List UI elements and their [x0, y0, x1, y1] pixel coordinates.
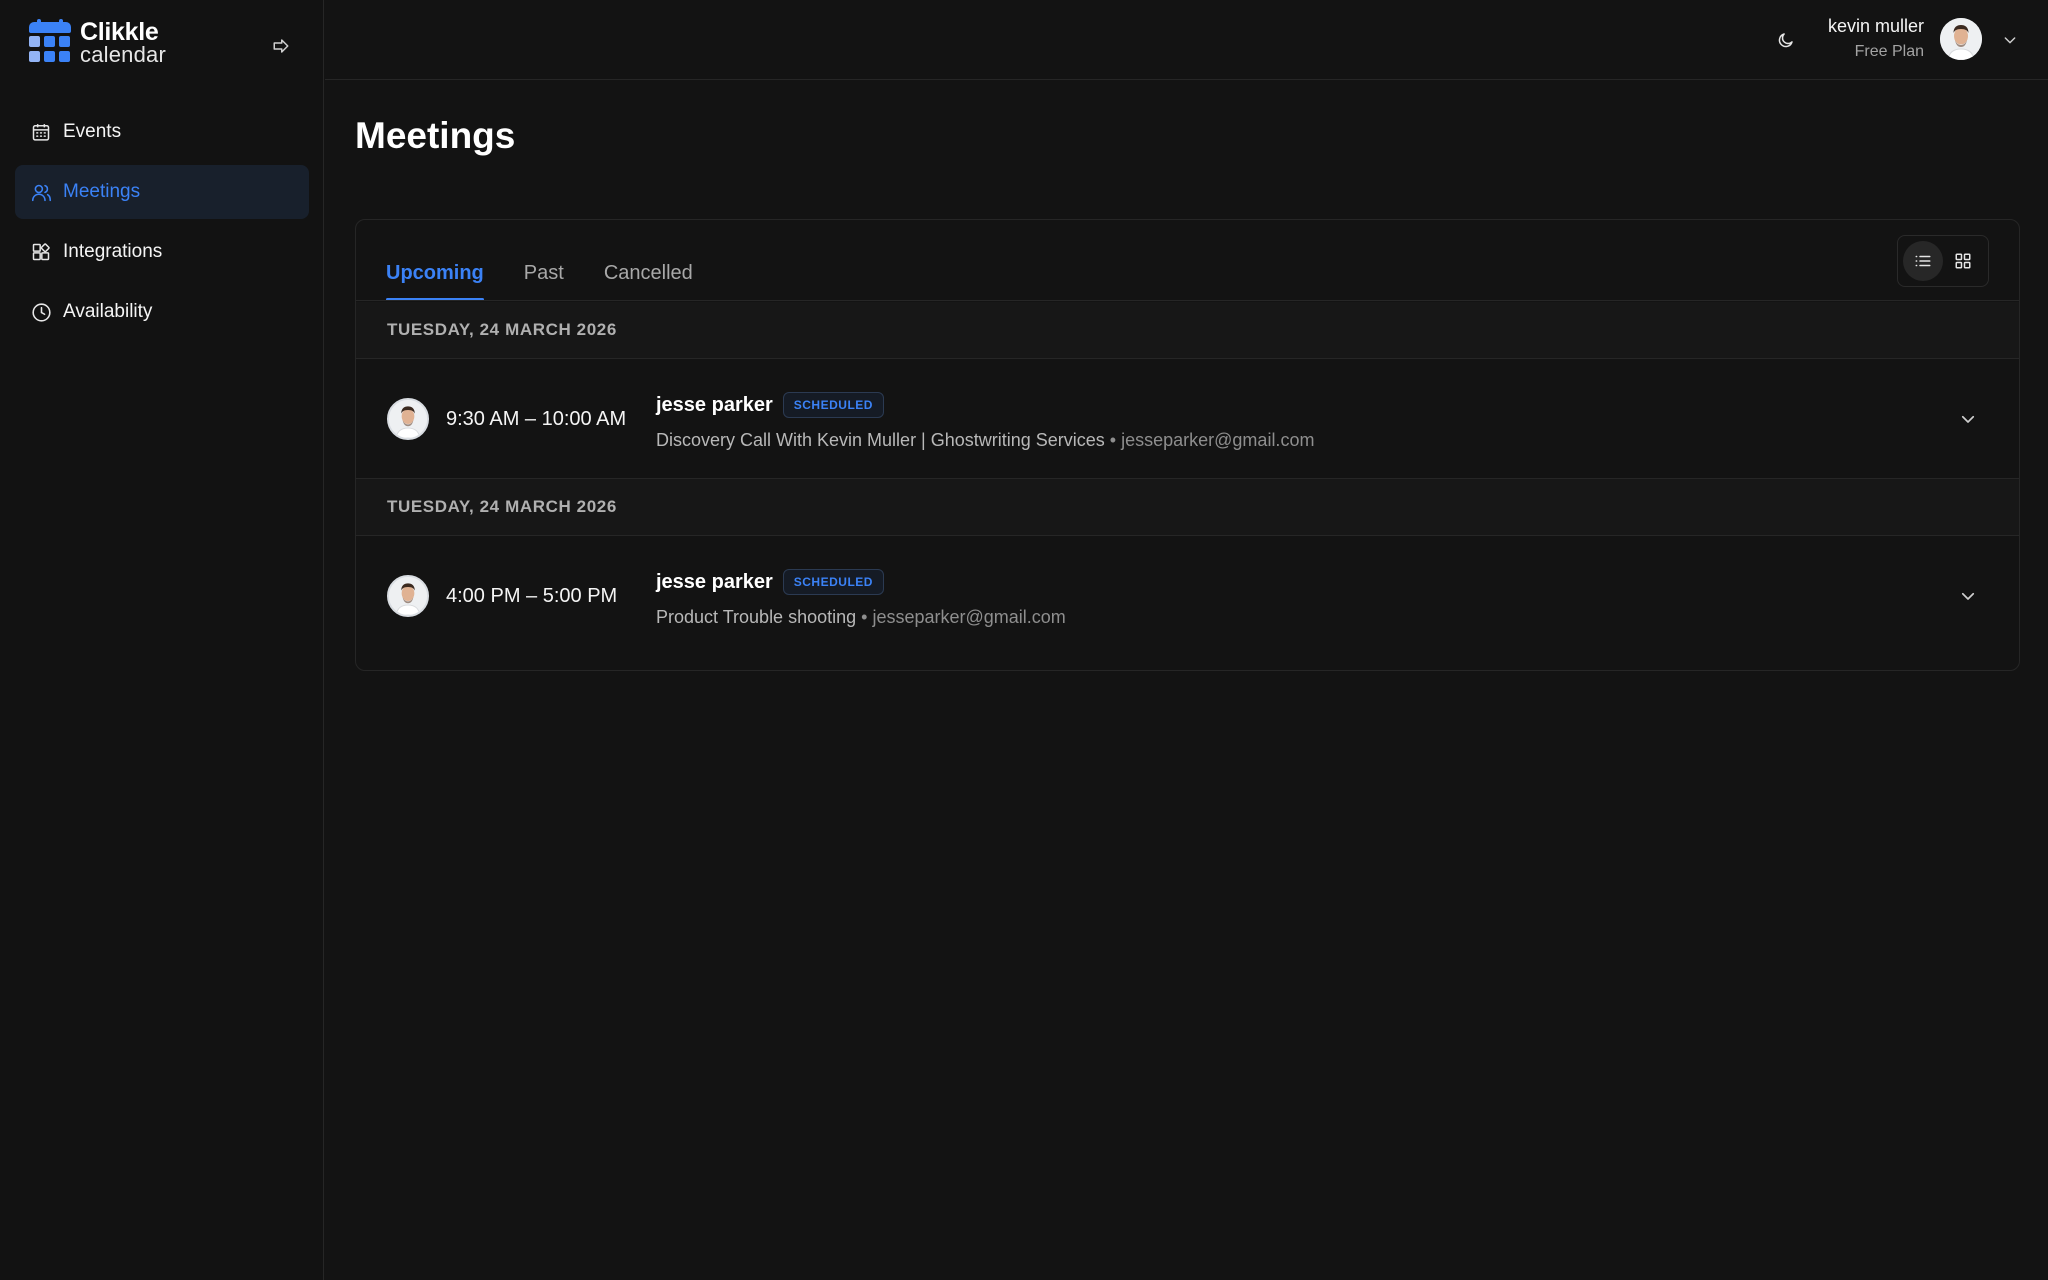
- sidebar-item-label: Integrations: [63, 241, 163, 262]
- sidebar-item-label: Meetings: [63, 181, 141, 202]
- event-name: Product Trouble shooting: [656, 607, 857, 627]
- calendar-icon: [30, 121, 52, 143]
- meeting-row[interactable]: 9:30 AM – 10:00 AM jesse parker SCHEDULE…: [356, 359, 2019, 479]
- app-logo[interactable]: Clikkle calendar: [29, 19, 166, 67]
- view-toggle: [1897, 235, 1989, 287]
- sidebar-nav: Events Meetings Integrations Availabilit…: [15, 105, 309, 345]
- calendar-logo-icon: [29, 19, 71, 64]
- separator: •: [856, 607, 873, 627]
- chevron-down-icon: [1961, 415, 1975, 423]
- status-badge: SCHEDULED: [782, 392, 884, 418]
- expand-meeting-button[interactable]: [1957, 585, 1979, 607]
- tabs-divider: [356, 300, 2019, 301]
- arrow-right-icon: [273, 39, 289, 53]
- sidebar-item-events[interactable]: Events: [15, 105, 309, 159]
- collapse-sidebar-button[interactable]: [268, 33, 294, 59]
- user-menu-chevron[interactable]: [2000, 30, 2020, 50]
- integrations-icon: [30, 241, 52, 263]
- user-menu[interactable]: kevin muller Free Plan: [1828, 16, 1924, 61]
- status-badge: SCHEDULED: [782, 569, 884, 595]
- tab-cancelled[interactable]: Cancelled: [604, 262, 693, 301]
- attendee-email: jesseparker@gmail.com: [872, 607, 1066, 627]
- chevron-down-icon: [2004, 37, 2016, 44]
- tab-past[interactable]: Past: [524, 262, 564, 301]
- date-header: TUESDAY, 24 MARCH 2026: [356, 302, 2019, 359]
- expand-meeting-button[interactable]: [1957, 408, 1979, 430]
- page-title: Meetings: [355, 115, 516, 156]
- sidebar-item-label: Events: [63, 121, 122, 142]
- meeting-time: 4:00 PM – 5:00 PM: [446, 585, 618, 607]
- clock-icon: [30, 301, 52, 323]
- brand-subname: calendar: [80, 42, 166, 67]
- moon-icon: [1778, 33, 1793, 48]
- grid-icon: [1955, 253, 1971, 269]
- sidebar-item-availability[interactable]: Availability: [15, 285, 309, 339]
- grid-view-button[interactable]: [1943, 241, 1983, 281]
- meeting-time: 9:30 AM – 10:00 AM: [446, 408, 627, 430]
- sidebar: Clikkle calendar Events Meetings Integra…: [0, 0, 324, 1280]
- attendee-avatar: [387, 398, 429, 440]
- attendee-avatar: [387, 575, 429, 617]
- sidebar-item-integrations[interactable]: Integrations: [15, 225, 309, 279]
- top-header: kevin muller Free Plan: [325, 0, 2048, 80]
- chevron-down-icon: [1961, 592, 1975, 600]
- date-header: TUESDAY, 24 MARCH 2026: [356, 479, 2019, 536]
- separator: •: [1104, 430, 1122, 450]
- meetings-card: Upcoming Past Cancelled TUESDAY, 24 MARC…: [355, 219, 2020, 671]
- list-view-button[interactable]: [1903, 241, 1943, 281]
- attendee-email: jesseparker@gmail.com: [1121, 430, 1315, 450]
- user-name: kevin muller: [1827, 16, 1924, 36]
- theme-toggle-button[interactable]: [1774, 28, 1798, 52]
- attendee-name: jesse parker: [656, 393, 773, 416]
- meeting-tabs: Upcoming Past Cancelled: [386, 220, 733, 301]
- tab-upcoming[interactable]: Upcoming: [386, 262, 484, 301]
- attendee-name: jesse parker: [656, 570, 773, 593]
- meeting-row[interactable]: 4:00 PM – 5:00 PM jesse parker SCHEDULED…: [356, 536, 2019, 656]
- users-icon: [30, 181, 52, 203]
- sidebar-item-meetings[interactable]: Meetings: [15, 165, 309, 219]
- user-avatar[interactable]: [1940, 18, 1982, 60]
- user-plan: Free Plan: [1854, 43, 1924, 60]
- list-icon: [1915, 255, 1931, 267]
- sidebar-item-label: Availability: [63, 301, 153, 322]
- event-name: Discovery Call With Kevin Muller | Ghost…: [656, 430, 1105, 450]
